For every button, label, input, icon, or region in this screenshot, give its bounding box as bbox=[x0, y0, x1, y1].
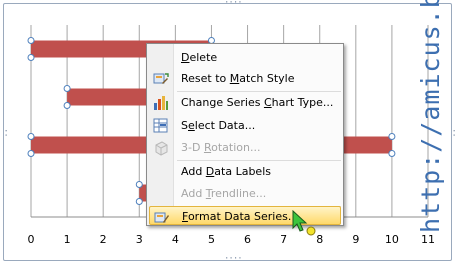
menu-item-label: Change Series Chart Type... bbox=[181, 96, 334, 109]
selection-handle[interactable] bbox=[63, 102, 71, 109]
menu-item-3d-rotation[interactable]: 3-D Rotation... bbox=[149, 138, 341, 158]
menu-separator bbox=[177, 91, 341, 92]
menu-item-delete[interactable]: Delete bbox=[149, 48, 341, 68]
selection-handle[interactable] bbox=[27, 133, 35, 140]
menu-item-select-data[interactable]: Select Data... bbox=[149, 116, 341, 136]
selection-handle[interactable] bbox=[27, 37, 35, 44]
x-tick-label: 11 bbox=[421, 233, 435, 246]
selection-handle[interactable] bbox=[388, 133, 396, 140]
x-tick-label: 3 bbox=[136, 233, 143, 246]
menu-item-add-trendline[interactable]: Add Trendline... bbox=[149, 184, 341, 204]
mouse-cursor-icon bbox=[292, 210, 316, 236]
selection-handle[interactable] bbox=[63, 85, 71, 92]
selection-handle[interactable] bbox=[27, 54, 35, 61]
select-data-icon bbox=[153, 118, 168, 133]
menu-item-change-series-chart-type[interactable]: Change Series Chart Type... bbox=[149, 93, 341, 113]
x-tick-label: 6 bbox=[244, 233, 251, 246]
menu-item-label: 3-D Rotation... bbox=[181, 141, 261, 154]
x-tick-label: 1 bbox=[64, 233, 71, 246]
menu-item-label: Delete bbox=[181, 51, 218, 64]
x-tick-label: 4 bbox=[172, 233, 179, 246]
menu-item-add-data-labels[interactable]: Add Data Labels bbox=[149, 162, 341, 182]
x-tick-label: 9 bbox=[352, 233, 359, 246]
x-tick-label: 7 bbox=[280, 233, 287, 246]
x-tick-label: 0 bbox=[28, 233, 35, 246]
selection-handle[interactable] bbox=[27, 150, 35, 157]
menu-item-reset-to-match-style[interactable]: Reset to Match Style bbox=[149, 69, 341, 89]
chart-type-icon bbox=[154, 96, 168, 110]
x-tick-label: 5 bbox=[208, 233, 215, 246]
reset-style-icon bbox=[153, 73, 169, 84]
menu-item-label: Select Data... bbox=[181, 119, 256, 132]
x-tick-label: 2 bbox=[100, 233, 107, 246]
selection-handle[interactable] bbox=[388, 150, 396, 157]
selection-handle[interactable] bbox=[135, 181, 143, 188]
selection-handle[interactable] bbox=[135, 198, 143, 205]
menu-item-label: Format Data Series... bbox=[182, 210, 299, 223]
rotation-icon bbox=[155, 141, 168, 156]
menu-item-label: Reset to Match Style bbox=[181, 72, 295, 85]
context-menu[interactable]: Delete Reset to Match Style Change Serie… bbox=[146, 43, 344, 226]
menu-separator bbox=[177, 160, 341, 161]
watermark-text: http://amicus.ba bbox=[416, 0, 445, 233]
x-tick-label: 10 bbox=[385, 233, 399, 246]
format-series-icon bbox=[154, 212, 169, 223]
menu-item-label: Add Data Labels bbox=[181, 165, 271, 178]
menu-item-label: Add Trendline... bbox=[181, 187, 267, 200]
